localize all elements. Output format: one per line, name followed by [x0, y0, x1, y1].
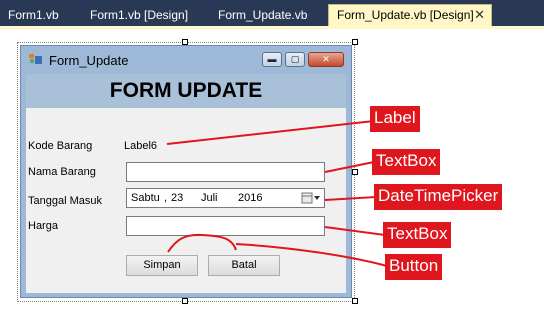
annotation-button: Button [385, 254, 443, 280]
annotation-label: Label [370, 106, 420, 132]
annotation-textbox: TextBox [372, 149, 441, 175]
annotation-lines [166, 120, 388, 267]
annotation-datetimepicker: DateTimePicker [374, 184, 503, 210]
annotation-textbox-harga: TextBox [383, 222, 452, 248]
